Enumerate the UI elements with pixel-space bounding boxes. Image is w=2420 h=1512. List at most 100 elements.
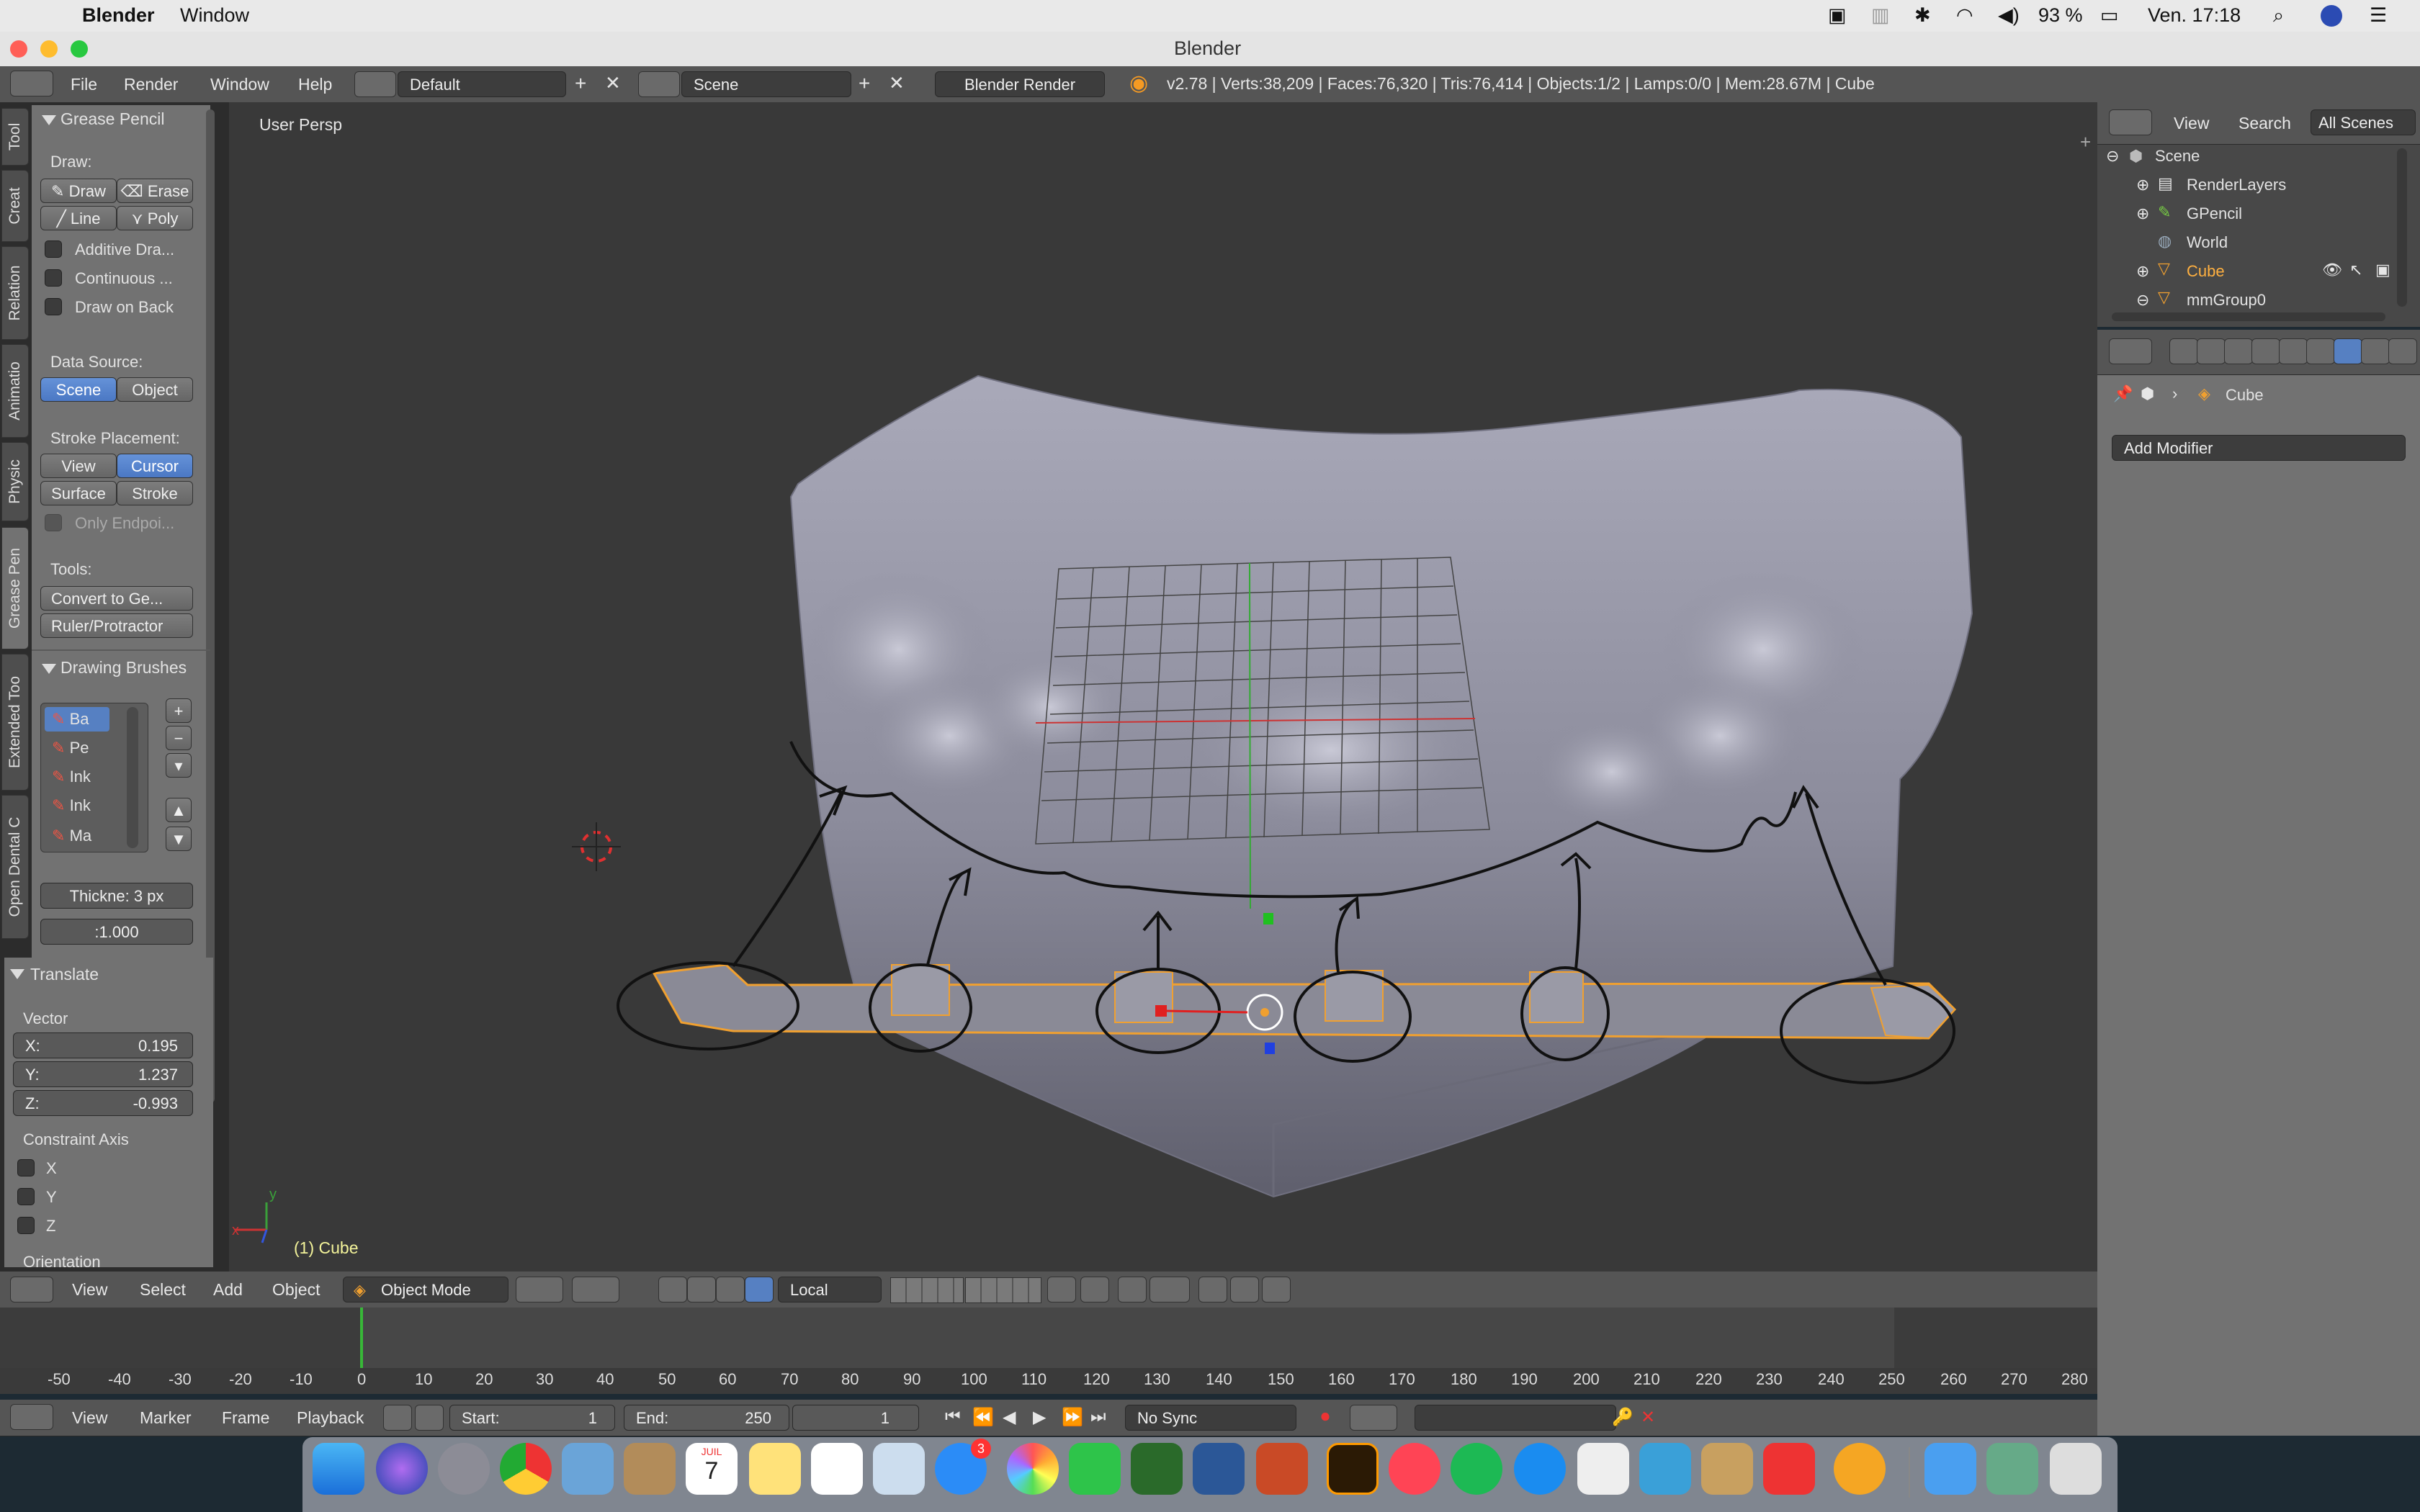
delete-scene-icon[interactable]: ✕: [889, 72, 905, 94]
app-store-icon[interactable]: [1514, 1443, 1566, 1495]
blender-icon[interactable]: [1834, 1443, 1886, 1495]
display-mode-select[interactable]: All Scenes: [2311, 109, 2416, 135]
proportional-edit-icon[interactable]: [1080, 1277, 1109, 1302]
add-screen-icon[interactable]: +: [575, 72, 586, 95]
tab-tool[interactable]: Tool: [1, 108, 29, 166]
editor-type-info-icon[interactable]: [10, 71, 53, 96]
collapse-arrow-icon[interactable]: [10, 969, 24, 979]
menu-select[interactable]: Select: [140, 1280, 186, 1300]
menu-marker[interactable]: Marker: [140, 1408, 192, 1428]
delete-keyframe-icon[interactable]: ✕: [1641, 1407, 1655, 1428]
preview-range-icon[interactable]: [383, 1405, 412, 1431]
editor-type-properties-icon[interactable]: [2109, 338, 2152, 364]
timeline-editor[interactable]: [0, 1308, 2097, 1394]
list-item[interactable]: ✎ Ma: [52, 827, 91, 845]
vector-z-field[interactable]: Z: -0.993: [13, 1090, 193, 1116]
collapse-arrow-icon[interactable]: [42, 664, 56, 674]
itunes-icon[interactable]: [1389, 1443, 1440, 1495]
gizmo-z-handle[interactable]: [1265, 1043, 1275, 1054]
panel-title-grease-pencil[interactable]: Grease Pencil: [60, 109, 164, 129]
outliner-item-world[interactable]: World: [2187, 233, 2228, 252]
keying-type-select[interactable]: [1350, 1405, 1397, 1431]
illustrator-icon[interactable]: [1327, 1443, 1379, 1495]
outliner-item-mmgroup0[interactable]: mmGroup0: [2187, 291, 2266, 310]
play-reverse-icon[interactable]: ◀: [1003, 1407, 1016, 1428]
reminders-icon[interactable]: [811, 1443, 863, 1495]
window-menu[interactable]: Window: [180, 4, 249, 27]
viewport-shading-select[interactable]: [516, 1277, 563, 1302]
expand-icon[interactable]: ⊕: [2136, 262, 2149, 281]
add-modifier-select[interactable]: Add Modifier: [2112, 435, 2406, 461]
poly-button[interactable]: ⋎ Poly: [117, 206, 193, 230]
lock-layers-icon[interactable]: [1047, 1277, 1076, 1302]
prev-keyframe-icon[interactable]: ⏪: [972, 1407, 994, 1428]
screen-layout-field[interactable]: Default: [398, 71, 566, 97]
jump-start-icon[interactable]: ⏮: [945, 1407, 961, 1427]
3d-viewport[interactable]: User Persp (1) Cube y x +: [229, 102, 2097, 1272]
render-tab-icon[interactable]: [2169, 338, 2198, 364]
attachment-block[interactable]: [1870, 984, 1956, 1040]
trash-icon[interactable]: [2050, 1443, 2102, 1495]
menu-help[interactable]: Help: [298, 75, 332, 94]
outliner-scrollbar[interactable]: [2397, 148, 2407, 307]
draw-on-back-checkbox[interactable]: [45, 298, 62, 315]
archive-icon[interactable]: [1701, 1443, 1753, 1495]
insert-keyframe-icon[interactable]: 🔑: [1612, 1407, 1634, 1428]
notification-center-icon[interactable]: ☰: [2370, 4, 2387, 27]
menu-file[interactable]: File: [71, 75, 97, 94]
menu-playback[interactable]: Playback: [297, 1408, 364, 1428]
calendar-icon[interactable]: JUIL 7: [686, 1443, 738, 1495]
tab-extended-tools[interactable]: Extended Too: [1, 654, 29, 791]
timeline-ruler[interactable]: [0, 1368, 2097, 1394]
word-icon[interactable]: [1193, 1443, 1245, 1495]
brush-specials-button[interactable]: ▾: [166, 753, 192, 778]
gizmo-y-handle[interactable]: [1263, 913, 1273, 924]
vector-x-field[interactable]: X: 0.195: [13, 1032, 193, 1058]
expand-icon[interactable]: ⊕: [2136, 176, 2149, 194]
expand-icon[interactable]: ⊖: [2106, 147, 2119, 166]
app-menu[interactable]: Blender: [82, 4, 155, 27]
outliner-item-cube[interactable]: Cube: [2187, 262, 2225, 281]
attachment-block[interactable]: [1325, 970, 1384, 1022]
editor-type-outliner-icon[interactable]: [2109, 109, 2152, 135]
placement-surface-button[interactable]: Surface: [40, 481, 117, 505]
qgis-icon[interactable]: [1131, 1443, 1183, 1495]
world-tab-icon[interactable]: [2251, 338, 2280, 364]
layer-buttons-right[interactable]: [965, 1277, 1041, 1303]
contacts-icon[interactable]: [624, 1443, 676, 1495]
outliner-hscrollbar[interactable]: [2112, 312, 2385, 321]
tab-open-dental-cad[interactable]: Open Dental C: [1, 795, 29, 939]
sync-mode-select[interactable]: No Sync: [1125, 1405, 1296, 1431]
manipulator-toggle-icon[interactable]: [658, 1277, 687, 1302]
tab-grease-pencil[interactable]: Grease Pen: [1, 527, 29, 649]
attachment-block[interactable]: [891, 964, 950, 1016]
move-brush-down-button[interactable]: ▼: [166, 827, 192, 851]
erase-button[interactable]: ⌫ Erase: [117, 179, 193, 203]
menu-view[interactable]: View: [72, 1280, 107, 1300]
mail-icon[interactable]: [562, 1443, 614, 1495]
battery-icon[interactable]: ▭: [2100, 4, 2119, 27]
lock-time-icon[interactable]: [415, 1405, 444, 1431]
scene-icon[interactable]: [638, 71, 680, 97]
list-item[interactable]: ✎ Ink: [52, 796, 91, 815]
outliner-item-scene[interactable]: Scene: [2155, 147, 2200, 166]
constraints-tab-icon[interactable]: [2306, 338, 2335, 364]
move-brush-up-button[interactable]: ▲: [166, 798, 192, 822]
properties-editor[interactable]: 📌 ⬢ › ◈ Cube Add Modifier: [2097, 330, 2420, 1436]
list-item[interactable]: ✎ Ink: [52, 768, 91, 786]
vector-y-field[interactable]: Y: 1.237: [13, 1061, 193, 1087]
selectable-cursor-icon[interactable]: ↖: [2349, 261, 2362, 279]
expand-icon[interactable]: ⊕: [2136, 204, 2149, 223]
scene-tab-icon[interactable]: [2224, 338, 2253, 364]
keying-set-field[interactable]: [1415, 1405, 1616, 1431]
menu-view[interactable]: View: [2174, 114, 2209, 133]
spotlight-search-icon[interactable]: ⌕: [2273, 4, 2284, 27]
spotify-icon[interactable]: [1451, 1443, 1502, 1495]
tab-relations[interactable]: Relation: [1, 246, 29, 340]
render-layers-tab-icon[interactable]: [2197, 338, 2226, 364]
line-button[interactable]: ╱ Line: [40, 206, 117, 230]
gizmo-x-handle[interactable]: [1155, 1005, 1167, 1017]
constraint-z-checkbox[interactable]: [17, 1217, 35, 1234]
columns-icon[interactable]: ▥: [1871, 4, 1890, 27]
chrome-icon[interactable]: [500, 1443, 552, 1495]
